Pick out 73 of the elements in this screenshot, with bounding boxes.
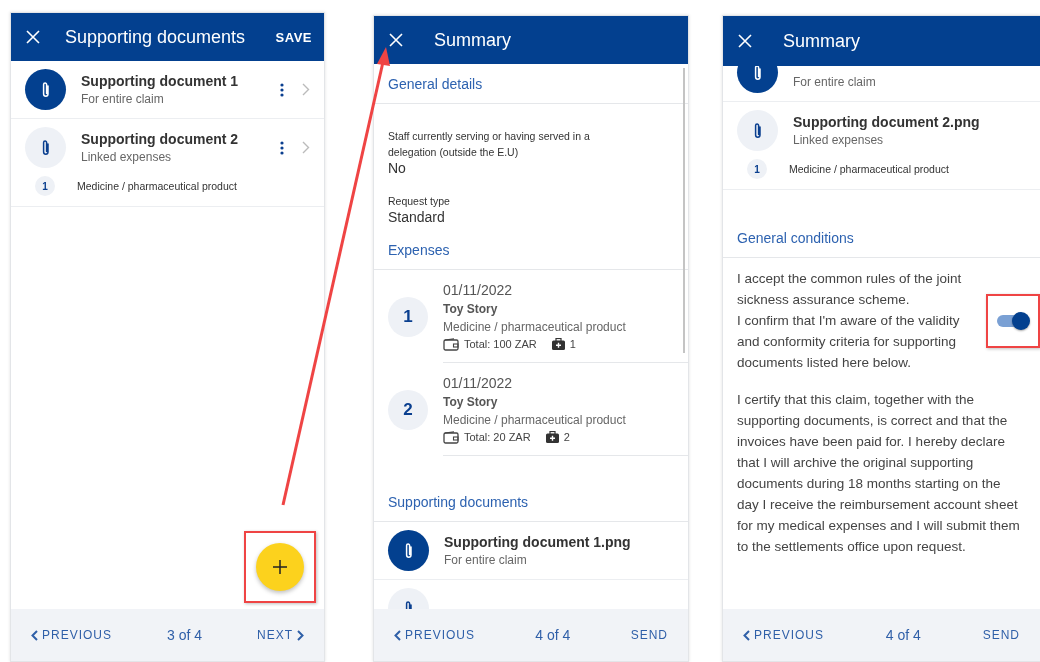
expense-number: 2 [388,389,428,430]
close-icon [26,30,40,44]
previous-button[interactable]: PREVIOUS [743,626,824,644]
document-item[interactable]: Supporting document 2 Linked expenses [11,119,324,176]
save-button[interactable]: SAVE [275,25,312,49]
close-icon [738,34,752,48]
close-button[interactable] [25,29,41,45]
close-button[interactable] [737,33,753,49]
chevron-left-icon [394,629,401,641]
document-count: 2 [563,430,570,445]
linked-expense: Medicine / pharmaceutical product [789,163,949,175]
field-label: Staff currently serving or having served in a delegation (outside the E.U) [388,129,591,160]
accept-toggle[interactable] [996,311,1030,330]
document-name: Supporting document 2 [81,129,240,149]
screen-title: Summary [783,30,861,52]
medical-bag-icon [545,431,559,443]
medical-bag-icon [551,338,565,350]
previous-button[interactable]: PREVIOUS [31,626,112,644]
expense-number: 1 [388,296,428,337]
document-scope: Linked expenses [81,148,173,166]
document-item[interactable]: For entire claim [723,66,1040,101]
close-button[interactable] [388,32,404,48]
document-scope: For entire claim [444,551,528,569]
section-heading: General conditions [723,218,1040,258]
expense-category: Medicine / pharmaceutical product [443,412,627,429]
document-scope: Linked expenses [793,131,885,149]
chevron-right-icon [302,141,310,154]
chevron-right-icon [297,629,304,641]
document-scope: For entire claim [81,90,165,108]
condition-statement: I confirm that I'm aware of the validity and conformity criteria for supporting documents listed here below. [737,312,961,372]
expense-total: Total: 100 ZAR [464,337,537,352]
document-item[interactable]: Supporting document 1.png For entire claim [374,522,688,579]
expense-number: 1 [35,176,55,196]
next-button[interactable]: NEXT [257,626,304,644]
expense-number: 1 [747,159,767,179]
document-scope: For entire claim [793,73,877,91]
screen-title: Summary [434,29,512,51]
document-count: 1 [569,337,576,352]
document-item[interactable]: Supporting document 1 For entire claim [11,61,324,118]
document-name: Supporting document 1.png [444,532,632,552]
section-heading: Supporting documents [374,482,688,522]
expense-merchant: Toy Story [443,301,499,318]
condition-statement: I accept the common rules of the joint sickness assurance scheme. [737,270,963,309]
more-icon [280,140,284,155]
chevron-right-icon [302,83,310,96]
field-value: Standard [388,209,446,226]
expense-date: 01/11/2022 [443,281,514,300]
field-label: Request type [388,194,451,209]
wallet-icon [443,337,459,351]
page-indicator: 4 of 4 [535,627,571,643]
send-button[interactable]: SEND [982,626,1020,644]
close-icon [389,33,403,47]
send-button[interactable]: SEND [630,626,668,644]
wallet-icon [443,430,459,444]
expense-date: 01/11/2022 [443,374,514,393]
page-indicator: 3 of 4 [167,627,202,643]
expense-category: Medicine / pharmaceutical product [443,319,627,336]
more-icon [280,82,284,97]
previous-button[interactable]: PREVIOUS [394,626,475,644]
screen-title: Supporting documents [65,26,247,48]
document-name: Supporting document 1 [81,71,240,91]
declaration-text: I certify that this claim, together with the supporting documents, is correct and that the invoices have been paid for. I hereby declare that I will archive the original supporting documents during 18 months starting on the day I receive the reimbursement account sheet for my medical expenses and I will submit them to the settlements office upon request. [737,391,1021,556]
expense-total: Total: 20 ZAR [464,430,531,445]
document-name: Supporting document 2.png [793,112,981,132]
chevron-left-icon [743,629,750,641]
plus-icon [273,560,287,574]
add-button[interactable] [256,543,304,591]
linked-expense: Medicine / pharmaceutical product [77,180,237,192]
field-value: No [388,160,407,177]
chevron-left-icon [31,629,38,641]
page-indicator: 4 of 4 [885,627,921,643]
expense-merchant: Toy Story [443,394,499,411]
document-item[interactable]: Supporting document 2.png Linked expenses [723,102,1040,159]
